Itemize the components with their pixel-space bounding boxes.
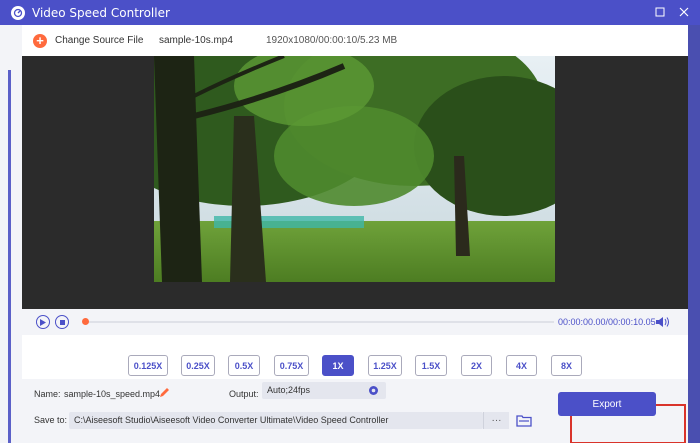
export-button[interactable]: Export — [558, 392, 656, 416]
folder-icon[interactable] — [516, 413, 532, 427]
output-label: Output: — [229, 389, 259, 399]
play-button[interactable] — [36, 315, 50, 329]
timecode: 00:00:00.00/00:00:10.05 — [558, 317, 656, 327]
output-format-field[interactable]: Auto;24fps — [262, 382, 386, 399]
app-logo-icon — [11, 5, 25, 20]
window-title: Video Speed Controller — [32, 5, 170, 20]
maximize-icon[interactable] — [652, 4, 668, 20]
change-source-label: Change Source File — [55, 35, 144, 46]
gear-icon[interactable] — [367, 384, 380, 397]
save-path-field[interactable]: C:\Aiseesoft Studio\Aiseesoft Video Conv… — [69, 412, 483, 429]
change-source-button[interactable]: + Change Source File — [33, 33, 144, 48]
close-icon[interactable] — [676, 4, 692, 20]
save-to-label: Save to: — [34, 415, 68, 425]
speed-1x-button[interactable]: 1X — [322, 355, 354, 376]
timeline-track[interactable] — [84, 321, 554, 323]
app-window: + Change Source File sample-10s.mp4 1920… — [22, 25, 688, 443]
volume-icon[interactable] — [656, 316, 670, 328]
name-label: Name: — [34, 389, 61, 399]
title-bar: Video Speed Controller — [0, 0, 700, 25]
video-viewer — [22, 56, 688, 309]
edit-icon[interactable] — [159, 387, 170, 398]
stop-button[interactable] — [55, 315, 69, 329]
playhead[interactable] — [82, 318, 89, 325]
output-format-value: Auto;24fps — [267, 385, 311, 395]
player-controls: 00:00:00.00/00:00:10.05 — [22, 309, 688, 335]
plus-icon: + — [33, 33, 47, 48]
file-name: sample-10s.mp4 — [159, 35, 233, 46]
speed-8x-button[interactable]: 8X — [551, 355, 582, 376]
browse-button[interactable]: ··· — [483, 412, 509, 429]
video-preview[interactable] — [154, 56, 555, 282]
speed-075x-button[interactable]: 0.75X — [274, 355, 309, 376]
speed-15x-button[interactable]: 1.5X — [415, 355, 447, 376]
speed-125x-button[interactable]: 1.25X — [368, 355, 402, 376]
side-strip — [0, 25, 22, 443]
output-name-value[interactable]: sample-10s_speed.mp4 — [64, 389, 160, 399]
speed-2x-button[interactable]: 2X — [461, 355, 492, 376]
save-path-value: C:\Aiseesoft Studio\Aiseesoft Video Conv… — [74, 415, 389, 425]
toolbar: + Change Source File sample-10s.mp4 1920… — [22, 25, 688, 56]
speed-05x-button[interactable]: 0.5X — [228, 355, 260, 376]
speed-0125x-button[interactable]: 0.125X — [128, 355, 168, 376]
speed-4x-button[interactable]: 4X — [506, 355, 537, 376]
speed-025x-button[interactable]: 0.25X — [181, 355, 215, 376]
file-info: 1920x1080/00:00:10/5.23 MB — [266, 35, 398, 46]
